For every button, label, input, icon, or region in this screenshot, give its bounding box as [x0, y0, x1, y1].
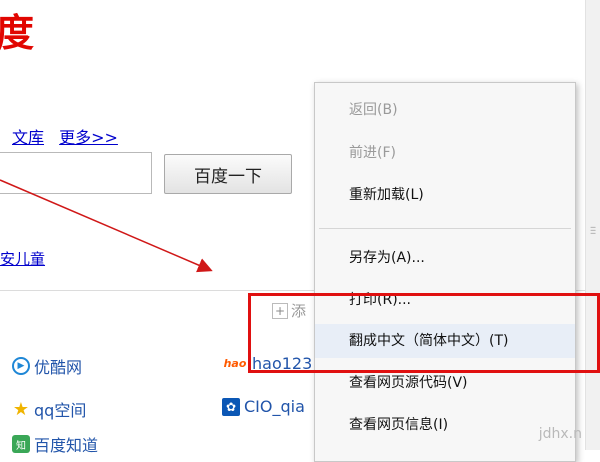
- site-link-youku[interactable]: ▶ 优酷网: [12, 354, 82, 378]
- youku-icon: ▶: [12, 357, 30, 375]
- menu-item-page-info[interactable]: 查看网页信息(I): [315, 408, 575, 442]
- hao123-icon: hao: [223, 357, 247, 370]
- menu-item-forward[interactable]: 前进(F): [315, 136, 575, 170]
- nav-link-wenku[interactable]: 文库: [12, 128, 44, 147]
- site-link-zhidao[interactable]: 知 百度知道: [12, 432, 98, 456]
- context-menu: 返回(B) 前进(F) 重新加载(L) 另存为(A)... 打印(R)... 翻…: [314, 82, 576, 462]
- site-link-hao123[interactable]: hao hao123: [222, 354, 313, 373]
- add-site-label: 添: [291, 302, 307, 320]
- menu-separator: [319, 228, 571, 229]
- star-icon: ★: [12, 398, 30, 420]
- site-label: 百度知道: [34, 436, 99, 455]
- page-scrollbar[interactable]: ─ ─ ─: [585, 0, 600, 450]
- menu-item-reload[interactable]: 重新加载(L): [315, 178, 575, 212]
- site-label: 优酷网: [34, 358, 83, 377]
- scroll-grip-icon: ─ ─ ─: [590, 223, 596, 238]
- menu-item-back[interactable]: 返回(B): [315, 93, 575, 127]
- watermark: jdhx.n: [538, 426, 582, 442]
- site-label: CIO_qia: [244, 397, 305, 416]
- menu-item-view-source[interactable]: 查看网页源代码(V): [315, 366, 575, 400]
- menu-item-save-as[interactable]: 另存为(A)...: [315, 241, 575, 275]
- site-link-qzone[interactable]: ★ qq空间: [12, 397, 86, 421]
- nav-links: 文库 更多>>: [12, 124, 128, 148]
- site-link-cio[interactable]: ✿ CIO_qia: [222, 397, 305, 416]
- menu-item-translate[interactable]: 翻成中文（简体中文）(T): [315, 324, 575, 358]
- search-input[interactable]: [0, 152, 152, 194]
- menu-item-print[interactable]: 打印(R)...: [315, 283, 575, 317]
- plus-icon: +: [272, 302, 288, 319]
- site-label: hao123: [252, 354, 313, 373]
- zhidao-icon: 知: [12, 435, 30, 453]
- search-button[interactable]: 百度一下: [164, 154, 292, 194]
- baidu-logo-fragment: 度: [0, 10, 35, 55]
- paw-icon: ✿: [222, 397, 240, 416]
- safe-children-link[interactable]: 安儿童: [0, 248, 45, 269]
- nav-link-more[interactable]: 更多>>: [59, 128, 118, 147]
- site-label: qq空间: [34, 401, 87, 420]
- add-site-button[interactable]: + 添: [272, 300, 306, 321]
